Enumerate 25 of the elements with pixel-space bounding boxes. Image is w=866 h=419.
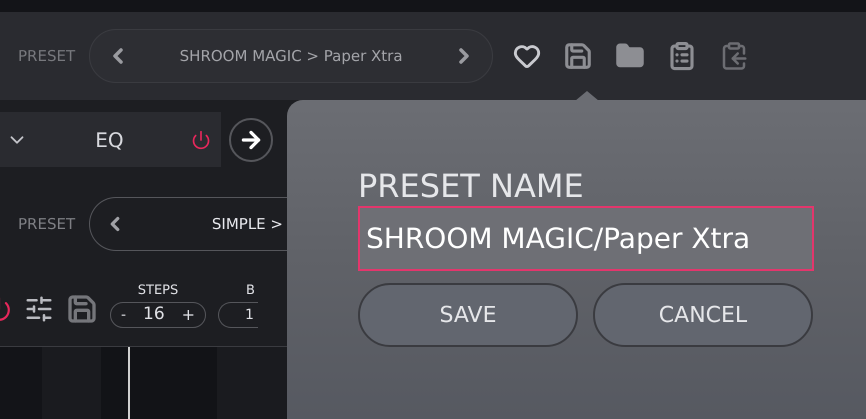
increment-button[interactable]: + — [182, 303, 195, 327]
preset-name-field[interactable]: SHROOM MAGIC/Paper Xtra — [358, 206, 814, 271]
control-label: B — [245, 282, 255, 300]
control-value: 1 — [245, 306, 254, 324]
preset-name: SHROOM MAGIC > Paper Xtra — [180, 46, 403, 67]
preset-label: PRESET — [18, 214, 76, 235]
preset-name: SIMPLE > — [212, 214, 283, 235]
control-label: STEPS — [138, 282, 178, 300]
steps-stepper[interactable]: - 16 + — [110, 302, 206, 328]
module-title: EQ — [95, 126, 124, 154]
cancel-button[interactable]: CANCEL — [593, 283, 813, 347]
save-button[interactable]: SAVE — [358, 283, 578, 347]
value-stepper[interactable]: 1 — [218, 302, 258, 328]
preset-selector[interactable]: SHROOM MAGIC > Paper Xtra — [89, 29, 494, 83]
forward-button[interactable] — [229, 118, 273, 162]
save-icon[interactable] — [563, 41, 594, 71]
playhead-line — [128, 347, 130, 419]
power-icon[interactable] — [190, 130, 211, 150]
save-icon[interactable] — [66, 293, 98, 325]
sliders-icon[interactable] — [24, 294, 54, 324]
steps-value: 16 — [143, 303, 165, 326]
dialog-title: PRESET NAME — [358, 166, 585, 206]
preset-label: PRESET — [18, 46, 76, 67]
heart-icon[interactable] — [513, 42, 542, 70]
decrement-button[interactable]: - — [121, 304, 126, 326]
